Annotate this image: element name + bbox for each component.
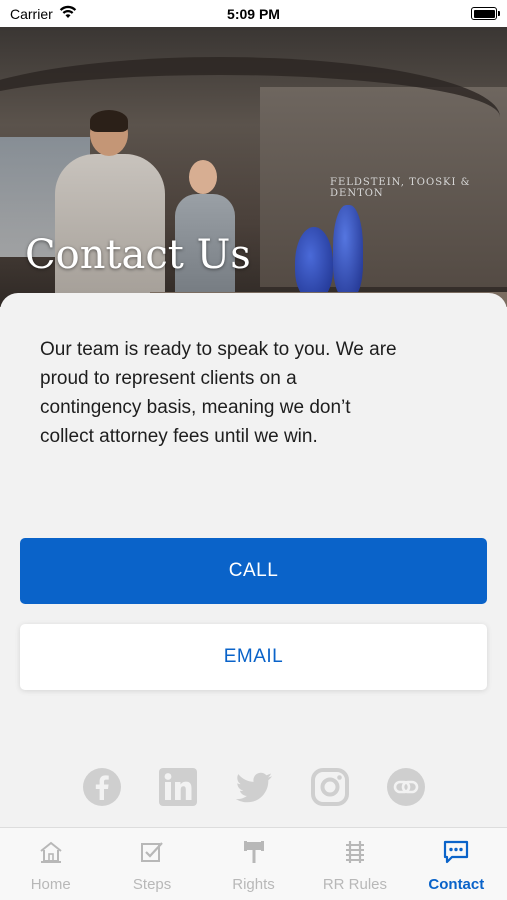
intro-line: contingency basis, meaning we don’t: [40, 397, 351, 418]
email-button[interactable]: EMAIL: [20, 624, 487, 690]
hero-image: FELDSTEIN, TOOSKI & DENTON Contact Us: [0, 27, 507, 307]
tab-bar: Home Steps Rights RR Rules Contact: [0, 827, 507, 900]
social-links: [0, 767, 507, 807]
gavel-icon: [241, 840, 267, 869]
vase: [295, 227, 333, 299]
tab-label: Rights: [232, 876, 275, 893]
page-title: Contact Us: [25, 232, 251, 278]
tab-steps[interactable]: Steps: [101, 828, 202, 900]
intro-line: proud to represent clients on a: [40, 368, 297, 389]
tab-contact[interactable]: Contact: [406, 828, 507, 900]
intro-text: Our team is ready to speak to you. We ar…: [40, 335, 470, 451]
intro-line: Our team is ready to speak to you. We ar…: [40, 339, 397, 360]
tab-label: Home: [30, 876, 71, 893]
link-icon[interactable]: [386, 767, 426, 807]
tab-home[interactable]: Home: [0, 828, 101, 900]
tab-rights[interactable]: Rights: [203, 828, 304, 900]
status-left: Carrier: [10, 5, 77, 22]
twitter-icon[interactable]: [234, 767, 274, 807]
vase: [333, 205, 363, 297]
checkbox-icon: [139, 840, 165, 869]
tab-label: Steps: [132, 876, 172, 893]
call-button[interactable]: CALL: [20, 538, 487, 604]
home-icon: [38, 840, 64, 869]
chat-icon: [443, 840, 469, 869]
wifi-icon: [59, 5, 77, 22]
battery-icon: [471, 7, 500, 20]
rail-track-icon: [342, 840, 368, 869]
instagram-icon[interactable]: [310, 767, 350, 807]
intro-line: collect attorney fees until we win.: [40, 426, 318, 447]
status-bar: Carrier 5:09 PM: [0, 0, 507, 27]
tab-label: Contact: [428, 876, 485, 893]
tab-rr-rules[interactable]: RR Rules: [304, 828, 405, 900]
tab-label: RR Rules: [322, 876, 388, 893]
carrier-label: Carrier: [10, 5, 53, 22]
content-card: Our team is ready to speak to you. We ar…: [0, 293, 507, 828]
facebook-icon[interactable]: [82, 767, 122, 807]
linkedin-icon[interactable]: [158, 767, 198, 807]
firm-sign: FELDSTEIN, TOOSKI & DENTON: [330, 177, 471, 199]
